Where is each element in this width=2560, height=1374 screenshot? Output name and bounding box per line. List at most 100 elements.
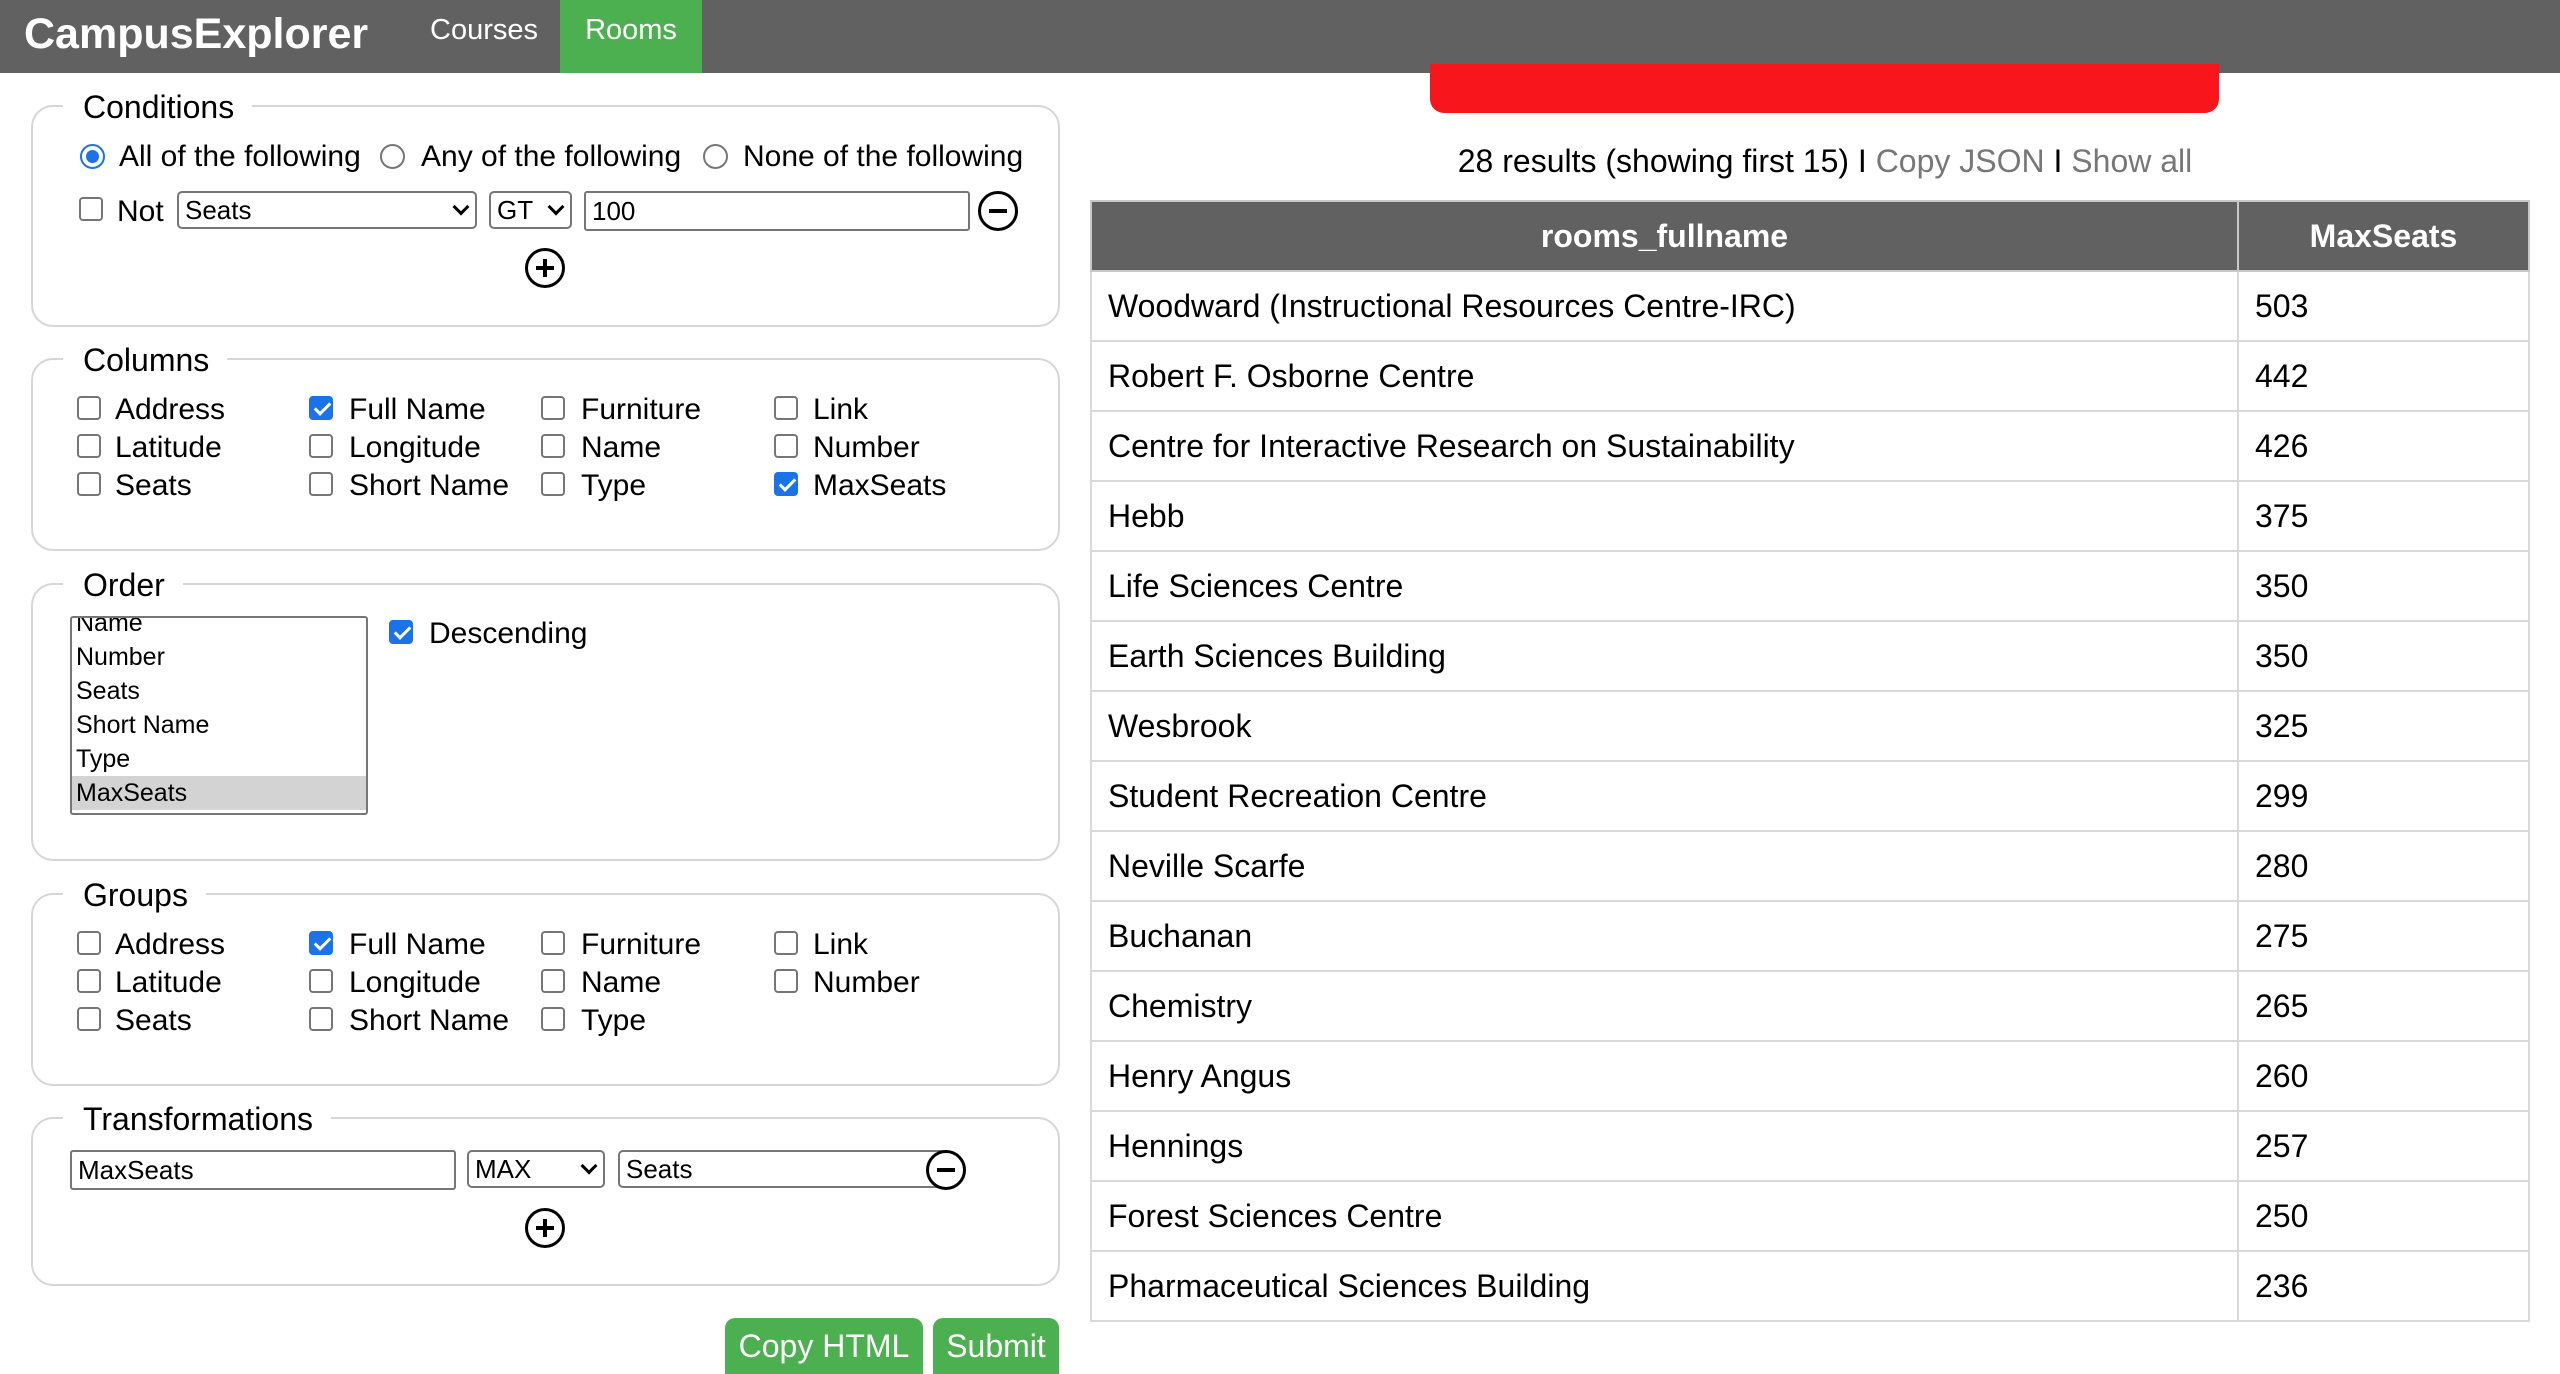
groups-legend: Groups xyxy=(63,869,206,921)
minus-icon xyxy=(989,209,1007,213)
column-type-checkbox[interactable] xyxy=(541,472,565,496)
radio-none-label: None of the following xyxy=(743,140,1024,173)
table-row: Woodward (Instructional Resources Centre… xyxy=(1090,270,2530,342)
order-option[interactable]: Seats xyxy=(72,674,366,708)
order-option[interactable]: Type xyxy=(72,742,366,776)
group-longitude-label: Longitude xyxy=(349,966,481,999)
column-name-label: Name xyxy=(581,431,662,464)
group-number-checkbox[interactable] xyxy=(774,969,798,993)
cell-maxseats: 442 xyxy=(2237,340,2530,412)
group-furniture-checkbox[interactable] xyxy=(541,931,565,955)
tab-rooms[interactable]: Rooms xyxy=(560,0,702,73)
transformation-apply-select[interactable]: MAX xyxy=(467,1150,605,1188)
column-number-label: Number xyxy=(813,431,920,464)
show-all-link[interactable]: Show all xyxy=(2071,143,2192,179)
separator: I xyxy=(2053,143,2063,179)
not-checkbox[interactable] xyxy=(79,197,103,221)
condition-field-select[interactable]: Seats xyxy=(177,191,477,229)
column-header-fullname[interactable]: rooms_fullname xyxy=(1090,200,2239,272)
copy-json-link[interactable]: Copy JSON xyxy=(1876,143,2045,179)
table-row: Chemistry 265 xyxy=(1090,970,2530,1042)
chevron-down-icon xyxy=(452,198,470,216)
groups-panel: Groups Address Full Name Furniture Link … xyxy=(31,869,1060,1086)
group-link-checkbox[interactable] xyxy=(774,931,798,955)
column-longitude-checkbox[interactable] xyxy=(309,434,333,458)
add-condition-button[interactable] xyxy=(525,248,565,288)
table-row: Student Recreation Centre 299 xyxy=(1090,760,2530,832)
column-furniture-checkbox[interactable] xyxy=(541,396,565,420)
table-row: Hennings 257 xyxy=(1090,1110,2530,1182)
table-row: Henry Angus 260 xyxy=(1090,1040,2530,1112)
condition-value-input[interactable]: 100 xyxy=(584,191,970,231)
cell-fullname: Buchanan xyxy=(1090,900,2239,972)
remove-condition-button[interactable] xyxy=(978,191,1018,231)
radio-none[interactable] xyxy=(703,144,728,169)
table-header-row: rooms_fullname MaxSeats xyxy=(1090,200,2530,272)
group-seats-checkbox[interactable] xyxy=(77,1007,101,1031)
cell-maxseats: 426 xyxy=(2237,410,2530,482)
column-link-checkbox[interactable] xyxy=(774,396,798,420)
group-name-label: Name xyxy=(581,966,662,999)
cell-fullname: Wesbrook xyxy=(1090,690,2239,762)
condition-operator-select[interactable]: GT xyxy=(489,191,572,229)
cell-fullname: Hennings xyxy=(1090,1110,2239,1182)
cell-maxseats: 265 xyxy=(2237,970,2530,1042)
group-address-label: Address xyxy=(115,928,226,961)
columns-panel: Columns Address Full Name Furniture Link… xyxy=(31,334,1060,551)
column-shortname-label: Short Name xyxy=(349,469,510,502)
transformation-field-select[interactable]: Seats xyxy=(618,1150,951,1188)
column-latitude-checkbox[interactable] xyxy=(77,434,101,458)
brand-logo[interactable]: CampusExplorer xyxy=(24,4,368,64)
order-listbox[interactable]: Name Number Seats Short Name Type MaxSea… xyxy=(70,616,368,815)
cell-fullname: Forest Sciences Centre xyxy=(1090,1180,2239,1252)
group-shortname-label: Short Name xyxy=(349,1004,510,1037)
transformation-name-input[interactable]: MaxSeats xyxy=(70,1150,456,1190)
cell-fullname: Neville Scarfe xyxy=(1090,830,2239,902)
cell-maxseats: 350 xyxy=(2237,550,2530,622)
group-name-checkbox[interactable] xyxy=(541,969,565,993)
cell-maxseats: 275 xyxy=(2237,900,2530,972)
transformations-panel: Transformations MaxSeats MAX Seats xyxy=(31,1093,1060,1286)
group-longitude-checkbox[interactable] xyxy=(309,969,333,993)
column-longitude-label: Longitude xyxy=(349,431,481,464)
table-row: Centre for Interactive Research on Susta… xyxy=(1090,410,2530,482)
group-type-checkbox[interactable] xyxy=(541,1007,565,1031)
conditions-panel: Conditions All of the following Any of t… xyxy=(31,81,1060,327)
add-transformation-button[interactable] xyxy=(525,1208,565,1248)
column-header-maxseats[interactable]: MaxSeats xyxy=(2237,200,2530,272)
tab-courses[interactable]: Courses xyxy=(408,0,560,73)
column-furniture-label: Furniture xyxy=(581,393,702,426)
column-maxseats-checkbox[interactable] xyxy=(774,472,798,496)
group-fullname-checkbox[interactable] xyxy=(309,931,333,955)
group-latitude-checkbox[interactable] xyxy=(77,969,101,993)
group-shortname-checkbox[interactable] xyxy=(309,1007,333,1031)
condition-field-value: Seats xyxy=(185,195,252,225)
order-option[interactable]: Short Name xyxy=(72,708,366,742)
group-address-checkbox[interactable] xyxy=(77,931,101,955)
cell-fullname: Earth Sciences Building xyxy=(1090,620,2239,692)
table-row: Wesbrook 325 xyxy=(1090,690,2530,762)
separator: I xyxy=(1857,143,1867,179)
submit-button[interactable]: Submit xyxy=(933,1318,1059,1374)
table-row: Earth Sciences Building 350 xyxy=(1090,620,2530,692)
column-number-checkbox[interactable] xyxy=(774,434,798,458)
radio-all[interactable] xyxy=(80,144,105,169)
column-shortname-checkbox[interactable] xyxy=(309,472,333,496)
column-fullname-checkbox[interactable] xyxy=(309,396,333,420)
column-type-label: Type xyxy=(581,469,647,502)
copy-html-button[interactable]: Copy HTML xyxy=(725,1318,923,1374)
order-option[interactable]: Name xyxy=(72,618,366,640)
column-name-checkbox[interactable] xyxy=(541,434,565,458)
column-address-checkbox[interactable] xyxy=(77,396,101,420)
column-seats-checkbox[interactable] xyxy=(77,472,101,496)
remove-transformation-button[interactable] xyxy=(926,1150,966,1190)
radio-any[interactable] xyxy=(380,144,405,169)
group-fullname-label: Full Name xyxy=(349,928,486,961)
order-panel: Order Name Number Seats Short Name Type … xyxy=(31,559,1060,861)
descending-checkbox[interactable] xyxy=(389,620,413,644)
order-option-selected[interactable]: MaxSeats xyxy=(72,776,366,810)
conditions-legend: Conditions xyxy=(63,81,253,133)
order-option[interactable]: Number xyxy=(72,640,366,674)
cell-maxseats: 257 xyxy=(2237,1110,2530,1182)
column-seats-label: Seats xyxy=(115,469,192,502)
